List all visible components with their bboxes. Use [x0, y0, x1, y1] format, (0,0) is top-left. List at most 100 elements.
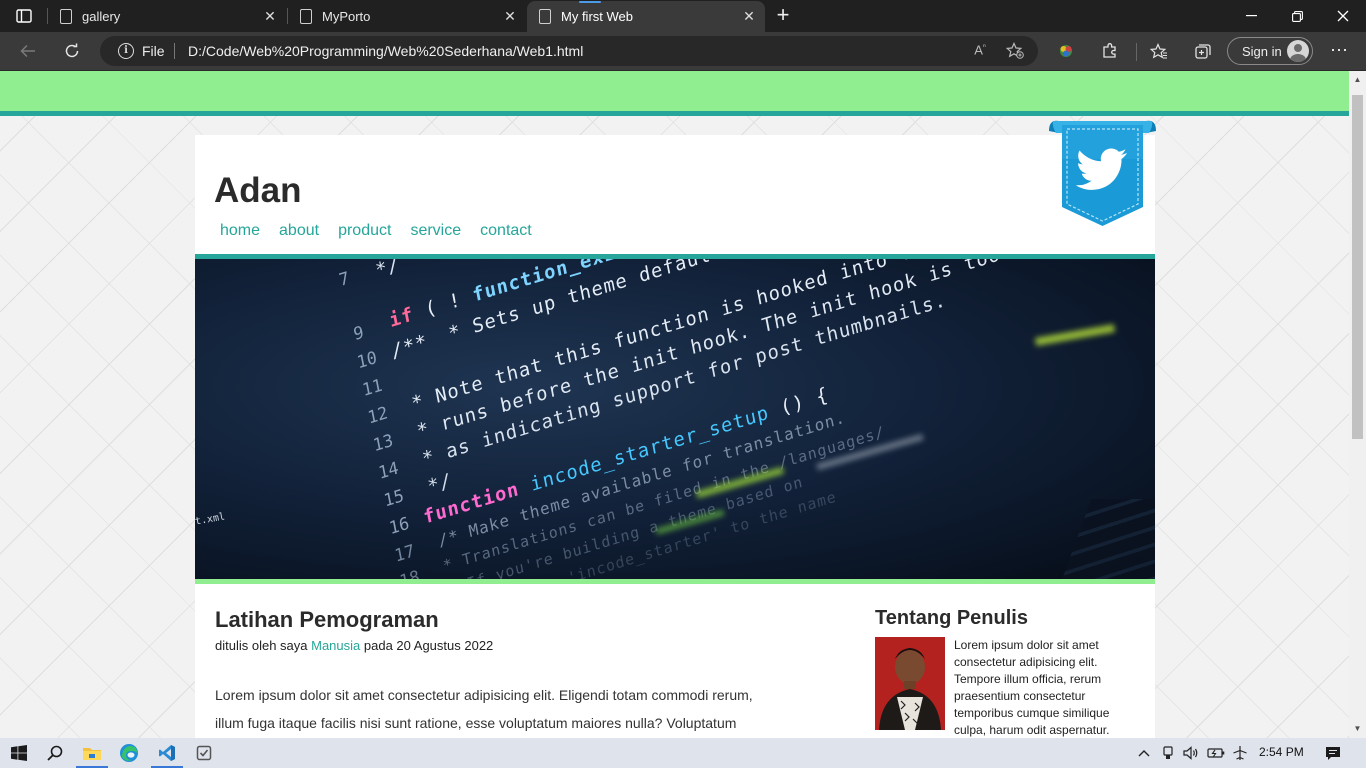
windows-logo-icon	[11, 745, 27, 761]
info-icon[interactable]: i	[118, 43, 134, 59]
favorite-add-icon[interactable]	[1005, 42, 1025, 60]
tab-title: gallery	[82, 8, 121, 24]
tab-gallery[interactable]: gallery ✕	[48, 0, 286, 32]
search-icon	[47, 745, 63, 761]
collections-icon[interactable]	[1187, 37, 1219, 65]
minimize-icon	[1245, 15, 1257, 17]
show-hidden-icons-icon[interactable]	[1135, 744, 1153, 762]
airplane-mode-icon[interactable]	[1231, 744, 1249, 762]
page-icon	[300, 8, 312, 24]
close-icon	[1337, 10, 1349, 22]
browser-tab-strip: gallery ✕ MyPorto ✕ My first Web ✕ +	[0, 0, 1366, 32]
post-meta: ditulis oleh saya Manusia pada 20 Agustu…	[215, 638, 493, 653]
line-number: 18	[398, 567, 421, 579]
sidebar-title: Tentang Penulis	[875, 607, 1028, 629]
file-explorer-button[interactable]	[73, 738, 111, 768]
checklist-app-icon	[196, 745, 212, 761]
volume-icon[interactable]	[1182, 744, 1200, 762]
close-icon[interactable]: ✕	[258, 4, 282, 28]
start-button[interactable]	[0, 738, 38, 768]
tab-title: My first Web	[561, 9, 633, 24]
top-green-strip	[0, 71, 1349, 111]
line-number: 16	[387, 513, 412, 540]
twitter-ribbon[interactable]	[1049, 119, 1156, 229]
usb-device-icon[interactable]	[1159, 744, 1177, 762]
post-meta-suffix: pada 20 Agustus 2022	[363, 638, 494, 653]
code-text: ( !	[423, 284, 476, 322]
code-line: */	[373, 259, 402, 282]
line-number: 15	[382, 485, 406, 512]
restore-button[interactable]	[1274, 0, 1320, 32]
vscode-icon	[159, 745, 175, 761]
taskbar-clock[interactable]: 2:54 PM	[1259, 745, 1304, 759]
line-number: 11	[360, 375, 385, 402]
address-divider	[174, 43, 175, 59]
tab-myporto[interactable]: MyPorto ✕	[288, 0, 526, 32]
site-title: Adan	[214, 171, 302, 210]
refresh-button[interactable]	[56, 37, 88, 65]
app-button[interactable]	[185, 738, 223, 768]
code-line: */	[425, 469, 454, 499]
back-button[interactable]	[12, 37, 44, 65]
windows-taskbar: 2:54 PM	[0, 738, 1366, 768]
avatar-icon	[1287, 40, 1309, 62]
close-icon[interactable]: ✕	[498, 4, 522, 28]
line-number: 12	[366, 402, 390, 429]
edge-browser-icon	[120, 744, 138, 762]
author-photo	[875, 637, 945, 730]
read-aloud-icon[interactable]: Aⁿ	[970, 42, 990, 60]
sign-in-button[interactable]: Sign in	[1227, 37, 1313, 65]
close-icon[interactable]: ✕	[737, 5, 761, 29]
menu-product[interactable]: product	[338, 222, 391, 240]
url-text[interactable]: D:/Code/Web%20Programming/Web%20Sederhan…	[188, 43, 583, 59]
url-scheme: File	[142, 43, 165, 59]
restore-icon	[1291, 10, 1303, 22]
favorites-icon[interactable]	[1143, 37, 1175, 65]
banner-image: 7 */ 9 if ( ! function_exists( 10 /** * …	[195, 259, 1155, 579]
tab-actions-button[interactable]	[8, 4, 40, 28]
tab-title: MyPorto	[322, 8, 371, 24]
search-button[interactable]	[36, 738, 74, 768]
new-tab-button[interactable]: +	[770, 4, 796, 28]
code-line: /**	[389, 330, 430, 363]
main-menu: home about product service contact	[220, 222, 551, 240]
post-author-link[interactable]: Manusia	[311, 638, 360, 653]
extensions-puzzle-icon[interactable]	[1094, 37, 1126, 65]
menu-service[interactable]: service	[410, 222, 461, 240]
scroll-thumb[interactable]	[1352, 95, 1363, 439]
tab-my-first-web[interactable]: My first Web ✕	[527, 1, 765, 32]
line-number: 17	[392, 541, 417, 567]
battery-icon[interactable]	[1207, 744, 1225, 762]
line-number: 10	[355, 347, 379, 374]
sign-in-label: Sign in	[1242, 43, 1282, 59]
menu-home[interactable]: home	[220, 222, 260, 240]
sidebar-text: Lorem ipsum dolor sit amet consectetur a…	[954, 638, 1110, 737]
code-keyword: if	[387, 303, 416, 333]
page-scrollbar[interactable]: ▲ ▼	[1349, 71, 1366, 738]
menu-about[interactable]: about	[279, 222, 319, 240]
post-title: Latihan Pemograman	[215, 607, 439, 632]
line-number: 13	[371, 430, 395, 457]
scroll-up-icon[interactable]: ▲	[1353, 75, 1362, 84]
address-bar[interactable]: i File D:/Code/Web%20Programming/Web%20S…	[100, 36, 1038, 66]
close-window-button[interactable]	[1320, 0, 1366, 32]
page-icon	[539, 9, 551, 24]
notifications-icon[interactable]	[1324, 744, 1342, 762]
folder-icon	[83, 748, 101, 760]
twitter-bird-icon	[1049, 120, 1156, 226]
vscode-button[interactable]	[148, 738, 186, 768]
code-highlight	[1034, 324, 1116, 346]
browser-toolbar: i File D:/Code/Web%20Programming/Web%20S…	[0, 32, 1366, 71]
top-teal-line	[0, 111, 1349, 116]
more-menu-icon[interactable]: ⋯	[1324, 37, 1354, 65]
scroll-down-icon[interactable]: ▼	[1353, 724, 1362, 733]
minimize-button[interactable]	[1228, 0, 1274, 32]
page-icon	[60, 8, 72, 24]
page-container: Adan home about product service contact …	[195, 135, 1155, 738]
refresh-icon	[65, 43, 79, 58]
menu-contact[interactable]: contact	[480, 222, 532, 240]
edge-button[interactable]	[110, 738, 148, 768]
extension-colorful-icon[interactable]	[1050, 37, 1082, 65]
line-number: 9	[351, 322, 366, 346]
banner-bottom-line	[195, 579, 1155, 584]
